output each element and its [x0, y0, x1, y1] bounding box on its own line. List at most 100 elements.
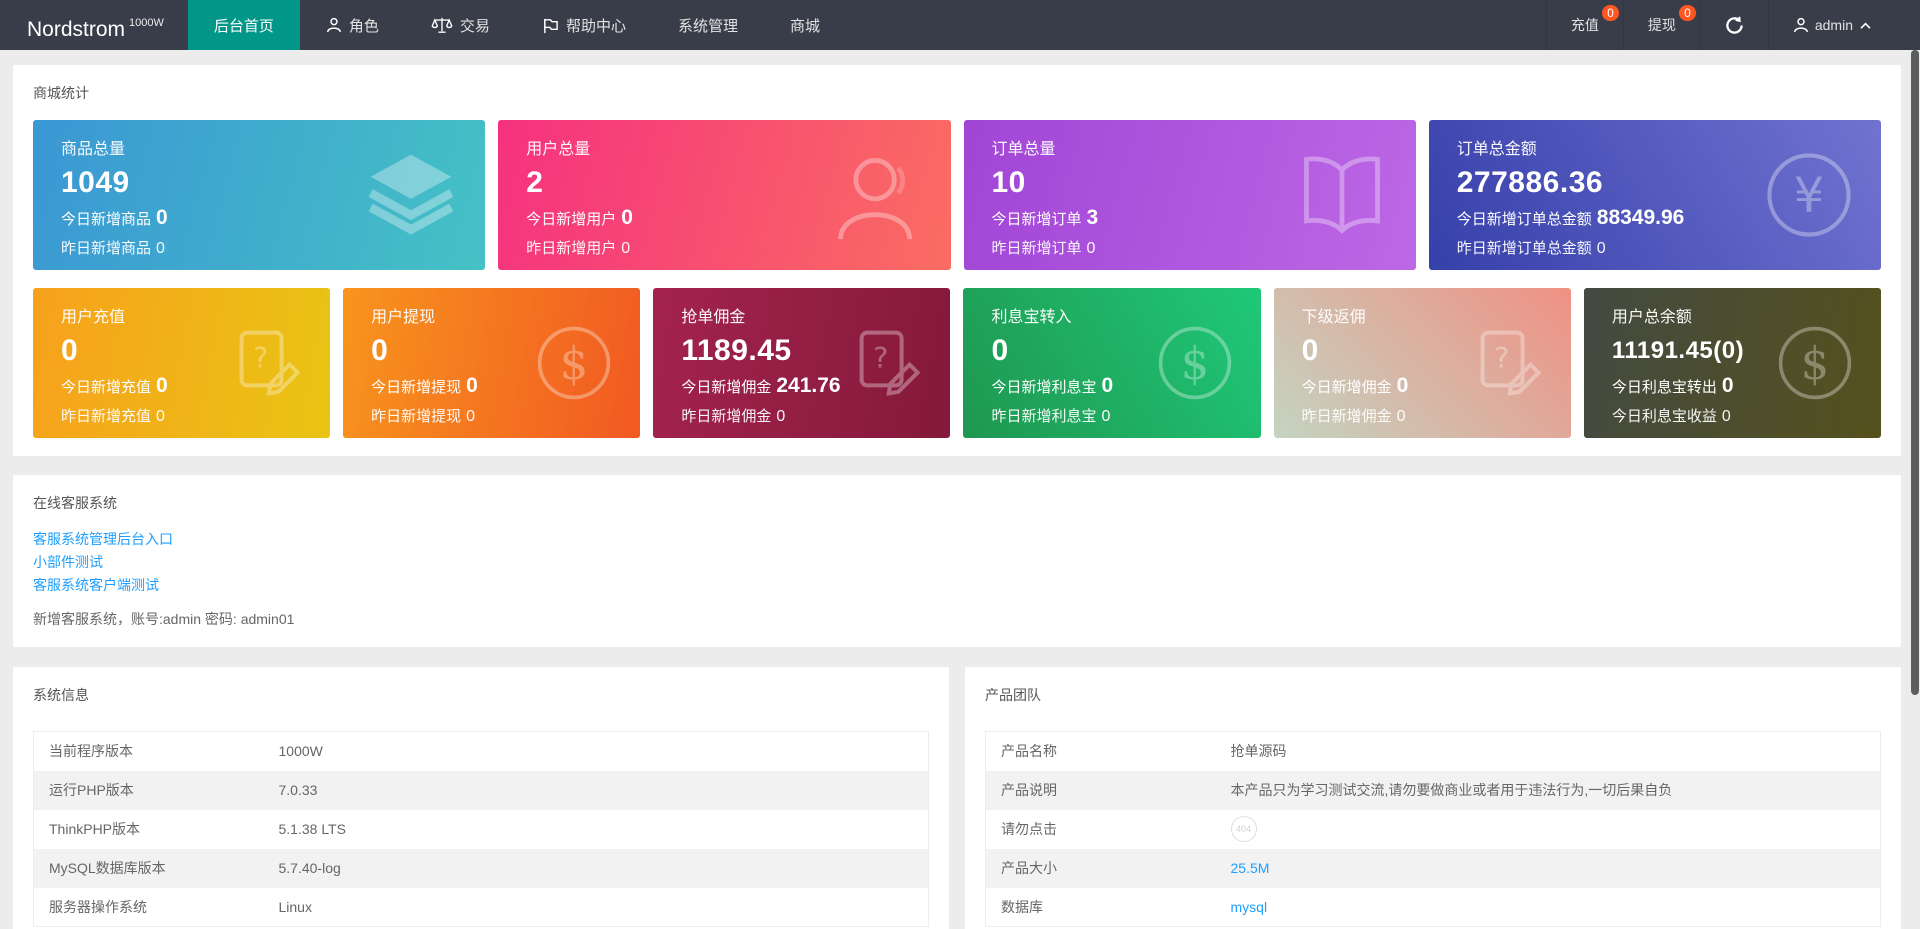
svg-text:¥: ¥ — [1794, 169, 1824, 224]
main-menu: 后台首页 角色 交易 帮助中心 系统管理 商城 — [187, 0, 846, 50]
product-team-panel: 产品团队 产品名称 抢单源码 产品说明 本产品只为学习测试交流,请勿要做商业或者… — [965, 667, 1901, 929]
recharge-badge: 0 — [1602, 5, 1619, 21]
svg-text:?: ? — [874, 341, 889, 375]
stat-today-label: 今日新增订单 — [991, 211, 1082, 228]
stat-card-sub-rebate[interactable]: 下级返佣 0 今日新增佣金 0 昨日新增佣金 0 ? — [1273, 288, 1571, 438]
stat-card-user-balance[interactable]: 用户总余额 11191.45(0) 今日利息宝转出 0 今日利息宝收益 0 $ — [1583, 288, 1881, 438]
stat-card-user-withdraw[interactable]: 用户提现 0 今日新增提现 0 昨日新增提现 0 $ — [343, 288, 641, 438]
database-link[interactable]: mysql — [1231, 899, 1268, 915]
stat-card-users-total[interactable]: 用户总量 2 今日新增用户 0 昨日新增用户 0 — [498, 120, 951, 270]
stat-yesterday-label: 昨日新增用户 — [526, 240, 617, 257]
product-value: 404 — [1216, 810, 1881, 849]
info-label: 服务器操作系统 — [49, 898, 147, 915]
doc-edit-icon: ? — [1465, 323, 1545, 403]
stat-today-label: 今日新增充值 — [61, 379, 152, 396]
info-label: 当前程序版本 — [49, 743, 133, 760]
service-credentials-note: 新增客服系统，账号:admin 密码: admin01 — [33, 611, 295, 627]
stat-today-value: 0 — [156, 374, 168, 397]
widget-test-link[interactable]: 小部件测试 — [33, 551, 1881, 574]
info-value: Linux — [278, 898, 312, 915]
stat-yesterday-label: 昨日新增订单 — [991, 240, 1082, 257]
recharge-label: 充值 — [1570, 17, 1599, 33]
stat-today-label: 今日新增订单总金额 — [1456, 211, 1592, 228]
nav-item-dashboard[interactable]: 后台首页 — [187, 0, 300, 50]
stat-card-interest-in[interactable]: 利息宝转入 0 今日新增利息宝 0 昨日新增利息宝 0 $ — [963, 288, 1261, 438]
stat-today-value: 241.76 — [776, 374, 841, 397]
dont-click-404-badge[interactable]: 404 — [1230, 816, 1257, 842]
refresh-button[interactable] — [1699, 0, 1768, 50]
customer-service-panel: 在线客服系统 客服系统管理后台入口 小部件测试 客服系统客户端测试 新增客服系统… — [13, 475, 1901, 647]
table-row: 服务器操作系统 Linux — [34, 888, 929, 927]
stats-row-1: 商品总量 1049 今日新增商品 0 昨日新增商品 0 用户总量 2 今日新增用户 0… — [33, 120, 1881, 270]
table-row: MySQL数据库版本 5.7.40-log — [33, 848, 929, 888]
doc-edit-icon: ? — [844, 323, 924, 403]
stat-today-label: 今日利息宝转出 — [1611, 379, 1717, 396]
mall-statistics-panel: 商城统计 商品总量 1049 今日新增商品 0 昨日新增商品 0 用户总量 2 今日… — [13, 65, 1901, 456]
brand-version: 1000W — [129, 17, 164, 29]
stat-yesterday-value: 0 — [156, 240, 165, 257]
stat-yesterday-value: 0 — [1396, 408, 1406, 425]
doc-edit-icon: ? — [224, 323, 304, 403]
nav-label: 交易 — [459, 17, 490, 35]
stat-card-user-recharge[interactable]: 用户充值 0 今日新增充值 0 昨日新增充值 0 ? — [33, 288, 331, 438]
svg-text:$: $ — [1180, 337, 1209, 390]
vertical-scrollbar[interactable] — [1906, 50, 1920, 929]
recharge-button[interactable]: 充值 0 — [1545, 0, 1623, 50]
stat-today-value: 0 — [156, 206, 168, 229]
product-label: 产品说明 — [1001, 782, 1057, 798]
table-row: 产品名称 抢单源码 — [986, 732, 1881, 771]
service-admin-entry-link[interactable]: 客服系统管理后台入口 — [33, 528, 1881, 551]
person-icon — [829, 147, 925, 243]
stat-card-products-total[interactable]: 商品总量 1049 今日新增商品 0 昨日新增商品 0 — [33, 120, 486, 270]
brand-logo[interactable]: Nordstrom 1000W — [0, 0, 188, 50]
stat-yesterday-value: 0 — [776, 408, 786, 425]
yuan-circle-icon: ¥ — [1763, 149, 1855, 241]
stat-yesterday-label: 昨日新增利息宝 — [991, 408, 1097, 425]
stat-yesterday-label: 昨日新增订单总金额 — [1456, 240, 1592, 257]
panel-title: 产品团队 — [985, 687, 1041, 703]
stats-row-2: 用户充值 0 今日新增充值 0 昨日新增充值 0 ? 用户提现 0 今日新增提现 0 … — [33, 288, 1881, 438]
stat-yesterday-label: 今日利息宝收益 — [1611, 408, 1717, 425]
stat-yesterday-label: 昨日新增佣金 — [681, 408, 772, 425]
stat-yesterday-label: 昨日新增提现 — [371, 408, 462, 425]
stat-today-value: 3 — [1086, 206, 1099, 229]
stat-yesterday-value: 0 — [621, 240, 631, 257]
admin-menu[interactable]: admin — [1767, 0, 1920, 50]
table-row: 数据库 mysql — [986, 888, 1881, 927]
nav-item-mall[interactable]: 商城 — [764, 0, 846, 50]
svg-text:?: ? — [253, 341, 268, 375]
nav-item-trade[interactable]: 交易 — [405, 0, 516, 50]
stat-today-value: 0 — [1396, 374, 1409, 397]
table-row: 运行PHP版本 7.0.33 — [33, 770, 929, 810]
stat-today-value: 0 — [1101, 374, 1114, 397]
stat-yesterday-value: 0 — [156, 408, 165, 425]
stat-card-orders-amount[interactable]: 订单总金额 277886.36 今日新增订单总金额 88349.96 昨日新增订单… — [1428, 120, 1881, 270]
info-label: MySQL数据库版本 — [49, 860, 166, 876]
scrollbar-thumb[interactable] — [1911, 50, 1919, 695]
stat-yesterday-value: 0 — [1086, 240, 1096, 257]
brand-text: Nordstrom — [27, 18, 126, 41]
scales-icon — [431, 16, 453, 34]
panel-title: 系统信息 — [33, 687, 89, 703]
client-test-link[interactable]: 客服系统客户端测试 — [33, 574, 1881, 597]
panel-title: 商城统计 — [33, 85, 89, 101]
nav-item-help-center[interactable]: 帮助中心 — [516, 0, 652, 50]
product-label: 产品名称 — [1001, 743, 1057, 760]
stat-today-label: 今日新增提现 — [371, 379, 462, 396]
nav-item-roles[interactable]: 角色 — [300, 0, 405, 50]
info-value: 7.0.33 — [278, 782, 318, 798]
nav-label: 角色 — [348, 17, 379, 35]
stat-card-orders-total[interactable]: 订单总量 10 今日新增订单 3 昨日新增订单 0 — [963, 120, 1416, 270]
stat-today-value: 0 — [621, 206, 633, 229]
product-team-table: 产品名称 抢单源码 产品说明 本产品只为学习测试交流,请勿要做商业或者用于违法行… — [985, 731, 1881, 927]
stat-card-order-commission[interactable]: 抢单佣金 1189.45 今日新增佣金 241.76 昨日新增佣金 0 ? — [653, 288, 951, 438]
nav-label: 商城 — [789, 17, 820, 35]
product-size-link[interactable]: 25.5M — [1231, 860, 1270, 876]
withdraw-button[interactable]: 提现 0 — [1622, 0, 1700, 50]
stat-today-label: 今日新增佣金 — [681, 379, 772, 396]
main-content: 商城统计 商品总量 1049 今日新增商品 0 昨日新增商品 0 用户总量 2 今日… — [0, 50, 1920, 929]
nav-item-system-manage[interactable]: 系统管理 — [652, 0, 764, 50]
table-row: ThinkPHP版本 5.1.38 LTS — [34, 810, 929, 849]
dollar-circle-icon: $ — [1155, 323, 1235, 403]
user-icon — [1793, 17, 1809, 33]
